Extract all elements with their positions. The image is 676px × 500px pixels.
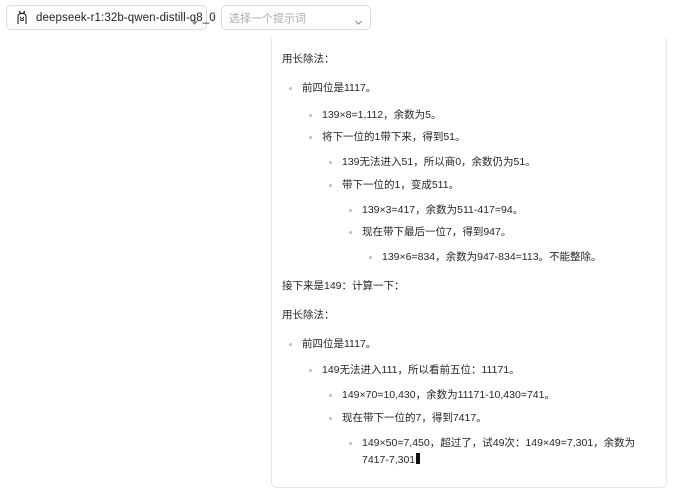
bullet-dot: [329, 394, 332, 397]
list-item: 139×3=417，余数为511-417=94。: [362, 204, 524, 216]
bullet-dot: [309, 369, 312, 372]
bullet-dot: [309, 136, 312, 139]
breadcrumb-separator: /: [212, 9, 216, 23]
chevron-down-icon: [354, 14, 363, 25]
list-item: 带下一位的1，变成511。: [342, 179, 460, 191]
bullet-dot: [329, 161, 332, 164]
model-select[interactable]: deepseek-r1:32b-qwen-distill-q8_0: [6, 5, 216, 30]
list-item: 将下一位的1带下来，得到51。: [322, 131, 466, 143]
bullet-dot: [329, 184, 332, 187]
ollama-logo-icon: [14, 10, 30, 26]
list-item: 前四位是1117。: [302, 338, 377, 350]
list-item: 149无法进入111，所以看前五位：11171。: [322, 364, 520, 376]
list-item: 149×70=10,430，余数为11171-10,430=741。: [342, 389, 555, 401]
list-item: 139×8=1,112，余数为5。: [322, 109, 442, 121]
bullet-dot: [289, 87, 292, 90]
top-bar: deepseek-r1:32b-qwen-distill-q8_0 / 选择一个…: [0, 0, 676, 38]
bullet-dot: [309, 114, 312, 117]
paragraph: 接下来是149：计算一下：: [282, 280, 405, 292]
bullet-dot: [369, 256, 372, 259]
list-item: 现在带下一位的7，得到7417。: [342, 412, 487, 424]
list-item: 139无法进入51，所以商0，余数仍为51。: [342, 156, 536, 168]
paragraph: 用长除法：: [282, 53, 335, 65]
chevron-down-icon: [190, 14, 199, 25]
bullet-dot: [289, 343, 292, 346]
list-item-text: 7417-7,301: [362, 454, 416, 466]
chat-message-panel: 用长除法： 前四位是1117。 139×8=1,112，余数为5。 将下一位的1…: [271, 38, 667, 488]
bullet-dot: [329, 417, 332, 420]
list-item: 现在带下最后一位7，得到947。: [362, 226, 512, 238]
model-name: deepseek-r1:32b-qwen-distill-q8_0: [36, 11, 216, 24]
prompt-select-placeholder: 选择一个提示词: [229, 12, 306, 25]
list-item-continuation: 7417-7,301: [362, 453, 421, 467]
list-item: 139×6=834，余数为947-834=113。不能整除。: [382, 251, 602, 263]
list-item: 149×50=7,450，超过了，试49次：149×49=7,301，余数为: [362, 437, 636, 449]
prompt-select[interactable]: 选择一个提示词: [221, 5, 371, 30]
paragraph: 用长除法：: [282, 309, 335, 321]
bullet-dot: [349, 209, 352, 212]
list-item: 前四位是1117。: [302, 82, 377, 94]
bullet-dot: [349, 231, 352, 234]
typing-cursor: [416, 453, 421, 464]
bullet-dot: [349, 442, 352, 445]
